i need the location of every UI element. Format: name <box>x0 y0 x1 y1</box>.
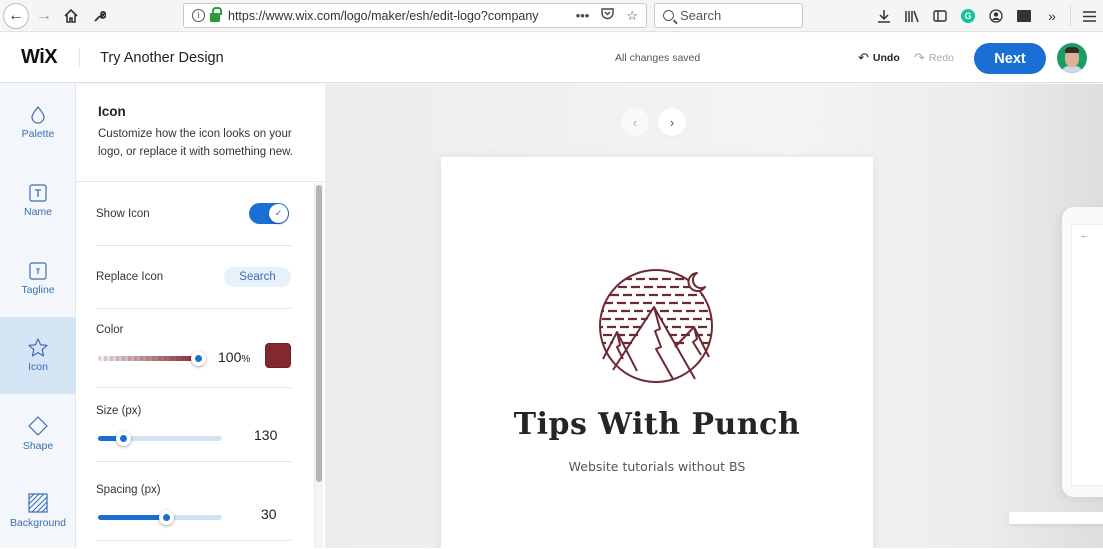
color-label: Color <box>96 324 124 336</box>
wrench-icon <box>93 10 106 22</box>
device-mockup: ← <box>1062 207 1103 497</box>
account-icon[interactable] <box>982 4 1010 28</box>
info-icon[interactable]: i <box>192 9 205 22</box>
next-mockup-button[interactable]: › <box>658 108 686 136</box>
scrollbar-thumb[interactable] <box>316 185 322 482</box>
logo-tagline: Website tutorials without BS <box>568 459 746 474</box>
search-placeholder: Search <box>680 8 722 23</box>
browser-toolbar: ← → i https://www.wix.com/logo/maker/esh… <box>0 0 1103 32</box>
divider <box>96 461 291 462</box>
pocket-icon[interactable] <box>601 7 615 24</box>
sidebar-item-background[interactable]: Background <box>0 472 76 549</box>
home-button[interactable] <box>59 4 83 28</box>
header-divider <box>79 47 81 68</box>
show-icon-toggle[interactable]: ✓ <box>249 203 289 224</box>
divider <box>96 387 291 388</box>
spacing-slider[interactable] <box>98 510 222 525</box>
star-icon <box>28 338 48 357</box>
diamond-icon <box>28 415 48 436</box>
text-t-icon <box>29 183 47 202</box>
logo-brand-name: Tips With Punch <box>513 407 801 442</box>
next-button[interactable]: Next <box>974 43 1046 74</box>
check-icon: ✓ <box>269 204 288 223</box>
icon-settings-panel: Icon Customize how the icon looks on you… <box>76 84 325 548</box>
opacity-slider-handle[interactable] <box>191 351 206 366</box>
url-bar[interactable]: i https://www.wix.com/logo/maker/esh/edi… <box>183 3 647 28</box>
sidebar-item-palette[interactable]: Palette <box>0 84 76 161</box>
previous-mockup-button[interactable]: ‹ <box>621 108 649 136</box>
editor-sidebar: Palette Name Tagline Icon Shape Backgrou… <box>0 84 76 548</box>
toolbar-separator <box>1070 6 1071 26</box>
try-another-design-link[interactable]: Try Another Design <box>100 50 224 66</box>
size-slider-handle[interactable] <box>115 431 131 446</box>
divider <box>96 540 291 541</box>
save-status: All changes saved <box>615 52 701 64</box>
chevron-left-icon: ‹ <box>632 114 638 130</box>
undo-button[interactable]: ↶ Undo <box>858 50 900 66</box>
logo-card: Tips With Punch Website tutorials withou… <box>441 157 873 548</box>
opacity-slider-fill <box>98 356 198 361</box>
url-text[interactable]: https://www.wix.com/logo/maker/esh/edit-… <box>228 9 558 23</box>
download-icon[interactable] <box>870 4 898 28</box>
overflow-icon[interactable]: » <box>1038 4 1066 28</box>
chevron-right-icon: › <box>669 114 675 130</box>
palette-drop-icon <box>31 105 45 124</box>
spacing-label: Spacing (px) <box>96 484 161 496</box>
user-avatar[interactable] <box>1057 43 1087 73</box>
lock-icon <box>210 7 222 22</box>
panel-scrollbar[interactable] <box>314 183 323 548</box>
redo-icon: ↷ <box>914 50 925 65</box>
spacing-slider-handle[interactable] <box>159 510 175 525</box>
spacing-value: 30 <box>261 506 277 522</box>
arrow-right-icon: → <box>36 7 52 24</box>
arrow-left-icon: ← <box>1080 230 1089 240</box>
color-swatch[interactable] <box>265 343 291 368</box>
sidebar-item-shape[interactable]: Shape <box>0 395 76 472</box>
mountain-moon-logo-icon <box>599 269 713 383</box>
panel-body: Show Icon ✓ Replace Icon Search Color 10… <box>76 84 325 541</box>
size-slider[interactable] <box>98 431 222 446</box>
more-icon[interactable]: ••• <box>576 8 590 24</box>
hatched-square-icon <box>28 492 48 513</box>
device-screen: ← <box>1071 224 1103 486</box>
spacing-slider-fill <box>98 515 167 520</box>
redo-button[interactable]: ↷ Redo <box>914 50 954 66</box>
bookmark-star-icon[interactable]: ☆ <box>626 8 638 24</box>
home-icon <box>64 9 78 23</box>
size-label: Size (px) <box>96 405 142 417</box>
divider <box>96 245 291 246</box>
search-icon <box>663 10 674 21</box>
logo-preview-canvas: ‹ › Tips With Punch Website tutorials wi… <box>325 84 1103 548</box>
opacity-value: 100% <box>218 349 251 365</box>
undo-icon: ↶ <box>858 50 869 65</box>
forward-button[interactable]: → <box>32 4 56 28</box>
arrow-left-icon: ← <box>8 7 24 24</box>
sidebar-icon[interactable] <box>926 4 954 28</box>
replace-icon-search-button[interactable]: Search <box>224 267 291 287</box>
sidebar-item-name[interactable]: Name <box>0 162 76 239</box>
customize-button[interactable] <box>87 4 111 28</box>
menu-icon[interactable] <box>1075 4 1103 28</box>
extension-icon[interactable] <box>1010 4 1038 28</box>
app-header: WiX Try Another Design All changes saved… <box>0 33 1103 83</box>
sidebar-item-tagline[interactable]: Tagline <box>0 240 76 317</box>
device-base <box>1009 512 1103 524</box>
size-value: 130 <box>254 427 278 443</box>
library-icon[interactable] <box>898 4 926 28</box>
back-button[interactable]: ← <box>3 3 29 29</box>
sidebar-item-icon[interactable]: Icon <box>0 317 76 394</box>
text-t-small-icon <box>29 261 47 280</box>
opacity-slider[interactable] <box>98 351 206 366</box>
divider <box>96 308 291 309</box>
wix-logo[interactable]: WiX <box>21 46 58 69</box>
browser-search-box[interactable]: Search <box>654 3 803 28</box>
grammarly-icon[interactable]: G <box>954 4 982 28</box>
